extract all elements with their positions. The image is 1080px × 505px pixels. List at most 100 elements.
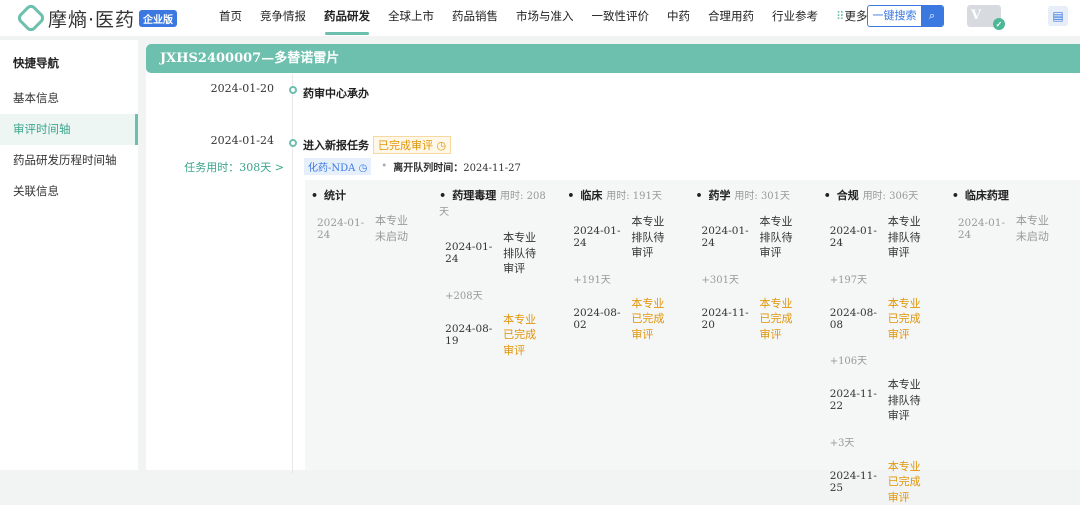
clock-icon: ◷	[437, 139, 447, 152]
search-label[interactable]: 一键搜索	[868, 6, 921, 26]
timeline-dot	[289, 86, 297, 94]
nav-item[interactable]: 全球上市	[379, 0, 443, 36]
review-entry: 2024-01-24本专业排队待审评	[567, 214, 695, 261]
column-header: • 临床 用时: 191天	[567, 188, 695, 204]
review-column: • 临床 用时: 191天 2024-01-24本专业排队待审评 +191天 2024-…	[567, 180, 695, 470]
review-column: •药学 用时: 301天 2024-01-24本专业排队待审评 +301天 2024-…	[696, 180, 824, 470]
column-name: 合规	[837, 189, 859, 202]
column-name: 药理毒理	[452, 189, 496, 202]
sidebar-title: 快捷导航	[0, 48, 138, 79]
nav-item[interactable]: 药品销售	[443, 0, 507, 36]
entry-date: 2024-08-19	[445, 323, 501, 347]
column-usage: 用时: 301天	[734, 191, 790, 202]
column-header: • 合规 用时: 306天	[824, 188, 952, 204]
bullet: •	[952, 189, 959, 202]
column-header: • 临床药理	[952, 188, 1080, 203]
vip-text: V	[971, 8, 981, 23]
status-text: 已完成审评	[378, 139, 433, 152]
entry-status: 本专业未启动	[375, 213, 411, 244]
book-icon[interactable]: ▤	[1048, 6, 1068, 26]
nav-item[interactable]: 药品研发	[315, 0, 379, 36]
entry-date: 2024-08-02	[573, 307, 629, 331]
logo-icon	[15, 2, 46, 33]
top-nav-bar: 摩熵·医药 企业版 首页竞争情报药品研发全球上市药品销售市场与准入一致性评价中药…	[0, 0, 1080, 36]
entry-date: 2024-11-20	[702, 307, 758, 331]
bullet: •	[824, 189, 831, 202]
timeline-dot	[289, 139, 297, 147]
review-entry: 2024-01-24本专业排队待审评	[439, 230, 567, 277]
leave-date: 2024-11-27	[463, 163, 521, 174]
entry-status: 本专业未启动	[1016, 213, 1052, 244]
entry-date: 2024-01-24	[702, 225, 758, 249]
sidebar-item[interactable]: 关联信息	[0, 176, 138, 207]
entry-status: 本专业排队待审评	[631, 214, 667, 261]
sidebar: 快捷导航 基本信息审评时间轴药品研发历程时间轴关联信息	[0, 40, 138, 470]
type-text: 化药-NDA	[308, 163, 355, 174]
column-name: 统计	[324, 189, 346, 202]
sidebar-item[interactable]: 基本信息	[0, 83, 138, 114]
review-entry: 2024-11-25本专业已完成审评	[824, 459, 952, 505]
search-icon[interactable]: ⌕	[921, 6, 943, 26]
entry-status: 本专业已完成审评	[888, 459, 924, 505]
review-column: • 统计 2024-01-24本专业未启动	[311, 180, 439, 470]
nav-item[interactable]: 竞争情报	[251, 0, 315, 36]
column-usage: 用时: 306天	[863, 191, 919, 202]
status-badge: 已完成审评 ◷	[373, 136, 451, 154]
task-duration-link[interactable]: 任务用时：308天 >	[184, 159, 284, 175]
nav-item[interactable]: 中药	[658, 0, 699, 36]
entry-status: 本专业已完成审评	[760, 296, 796, 343]
entry-date: 2024-01-24	[958, 217, 1014, 241]
bullet: •	[567, 189, 574, 202]
entry-date: 2024-01-24	[317, 217, 373, 241]
entry-date: 2024-08-08	[830, 307, 886, 331]
logo[interactable]: 摩熵·医药 企业版	[20, 5, 210, 32]
column-header: • 统计	[311, 188, 439, 203]
entry-status: 本专业已完成审评	[503, 312, 539, 359]
column-usage: 用时: 191天	[606, 191, 662, 202]
entry-date: 2024-01-24	[830, 225, 886, 249]
sidebar-item[interactable]: 审评时间轴	[0, 114, 138, 145]
nav-item[interactable]: 行业参考	[763, 0, 827, 36]
entry-status: 本专业排队待审评	[503, 230, 539, 277]
review-entry: 2024-08-02本专业已完成审评	[567, 296, 695, 343]
gap-label: +191天	[567, 271, 695, 286]
leave-time: 离开队列时间：2024-11-27	[393, 159, 521, 174]
gap-label: +106天	[824, 352, 952, 367]
check-icon: ✓	[993, 18, 1005, 30]
nav-item[interactable]: 首页	[210, 0, 251, 36]
column-name: 临床药理	[965, 189, 1009, 202]
review-entry: 2024-08-08本专业已完成审评	[824, 296, 952, 343]
entry-date: 2024-01-24	[573, 225, 629, 249]
column-name: 临床	[580, 189, 602, 202]
vip-icon[interactable]: V✓	[967, 5, 1001, 27]
leave-label: 离开队列时间：	[393, 163, 463, 174]
column-header: •药学 用时: 301天	[696, 188, 824, 204]
timeline-line	[292, 74, 293, 474]
review-column: • 临床药理 2024-01-24本专业未启动	[952, 180, 1080, 470]
bullet: •	[311, 189, 318, 202]
nav-item[interactable]: 合理用药	[699, 0, 763, 36]
entry-status: 本专业排队待审评	[760, 214, 796, 261]
entry-status: 本专业已完成审评	[888, 296, 924, 343]
review-stats-panel: •统计2024-01-24本专业未启动•药理毒理 用时: 208天2024-01…	[305, 180, 1080, 470]
review-entry: 2024-01-24本专业未启动	[311, 213, 439, 244]
edition-badge: 企业版	[139, 10, 177, 27]
search-box[interactable]: 一键搜索 ⌕	[867, 5, 944, 27]
gap-label: +301天	[696, 271, 824, 286]
event-label: 进入新报任务	[303, 139, 369, 152]
event-label: 药审中心承办	[303, 85, 369, 101]
gap-label: +197天	[824, 271, 952, 286]
bullet: •	[439, 189, 446, 202]
entry-status: 本专业已完成审评	[631, 296, 667, 343]
entry-status: 本专业排队待审评	[888, 214, 924, 261]
main-nav: 首页竞争情报药品研发全球上市药品销售市场与准入一致性评价中药合理用药行业参考⠿更…	[210, 0, 876, 36]
event-row: 进入新报任务已完成审评 ◷	[303, 136, 451, 154]
bullet: •	[381, 161, 387, 172]
queue-info: 化药-NDA ◷ • 离开队列时间：2024-11-27	[304, 158, 521, 175]
column-name: 药学	[709, 189, 731, 202]
nav-item[interactable]: 市场与准入	[507, 0, 583, 36]
gap-label: +208天	[439, 287, 567, 302]
review-entry: 2024-01-24本专业未启动	[952, 213, 1080, 244]
sidebar-item[interactable]: 药品研发历程时间轴	[0, 145, 138, 176]
nav-item[interactable]: 一致性评价	[583, 0, 659, 36]
